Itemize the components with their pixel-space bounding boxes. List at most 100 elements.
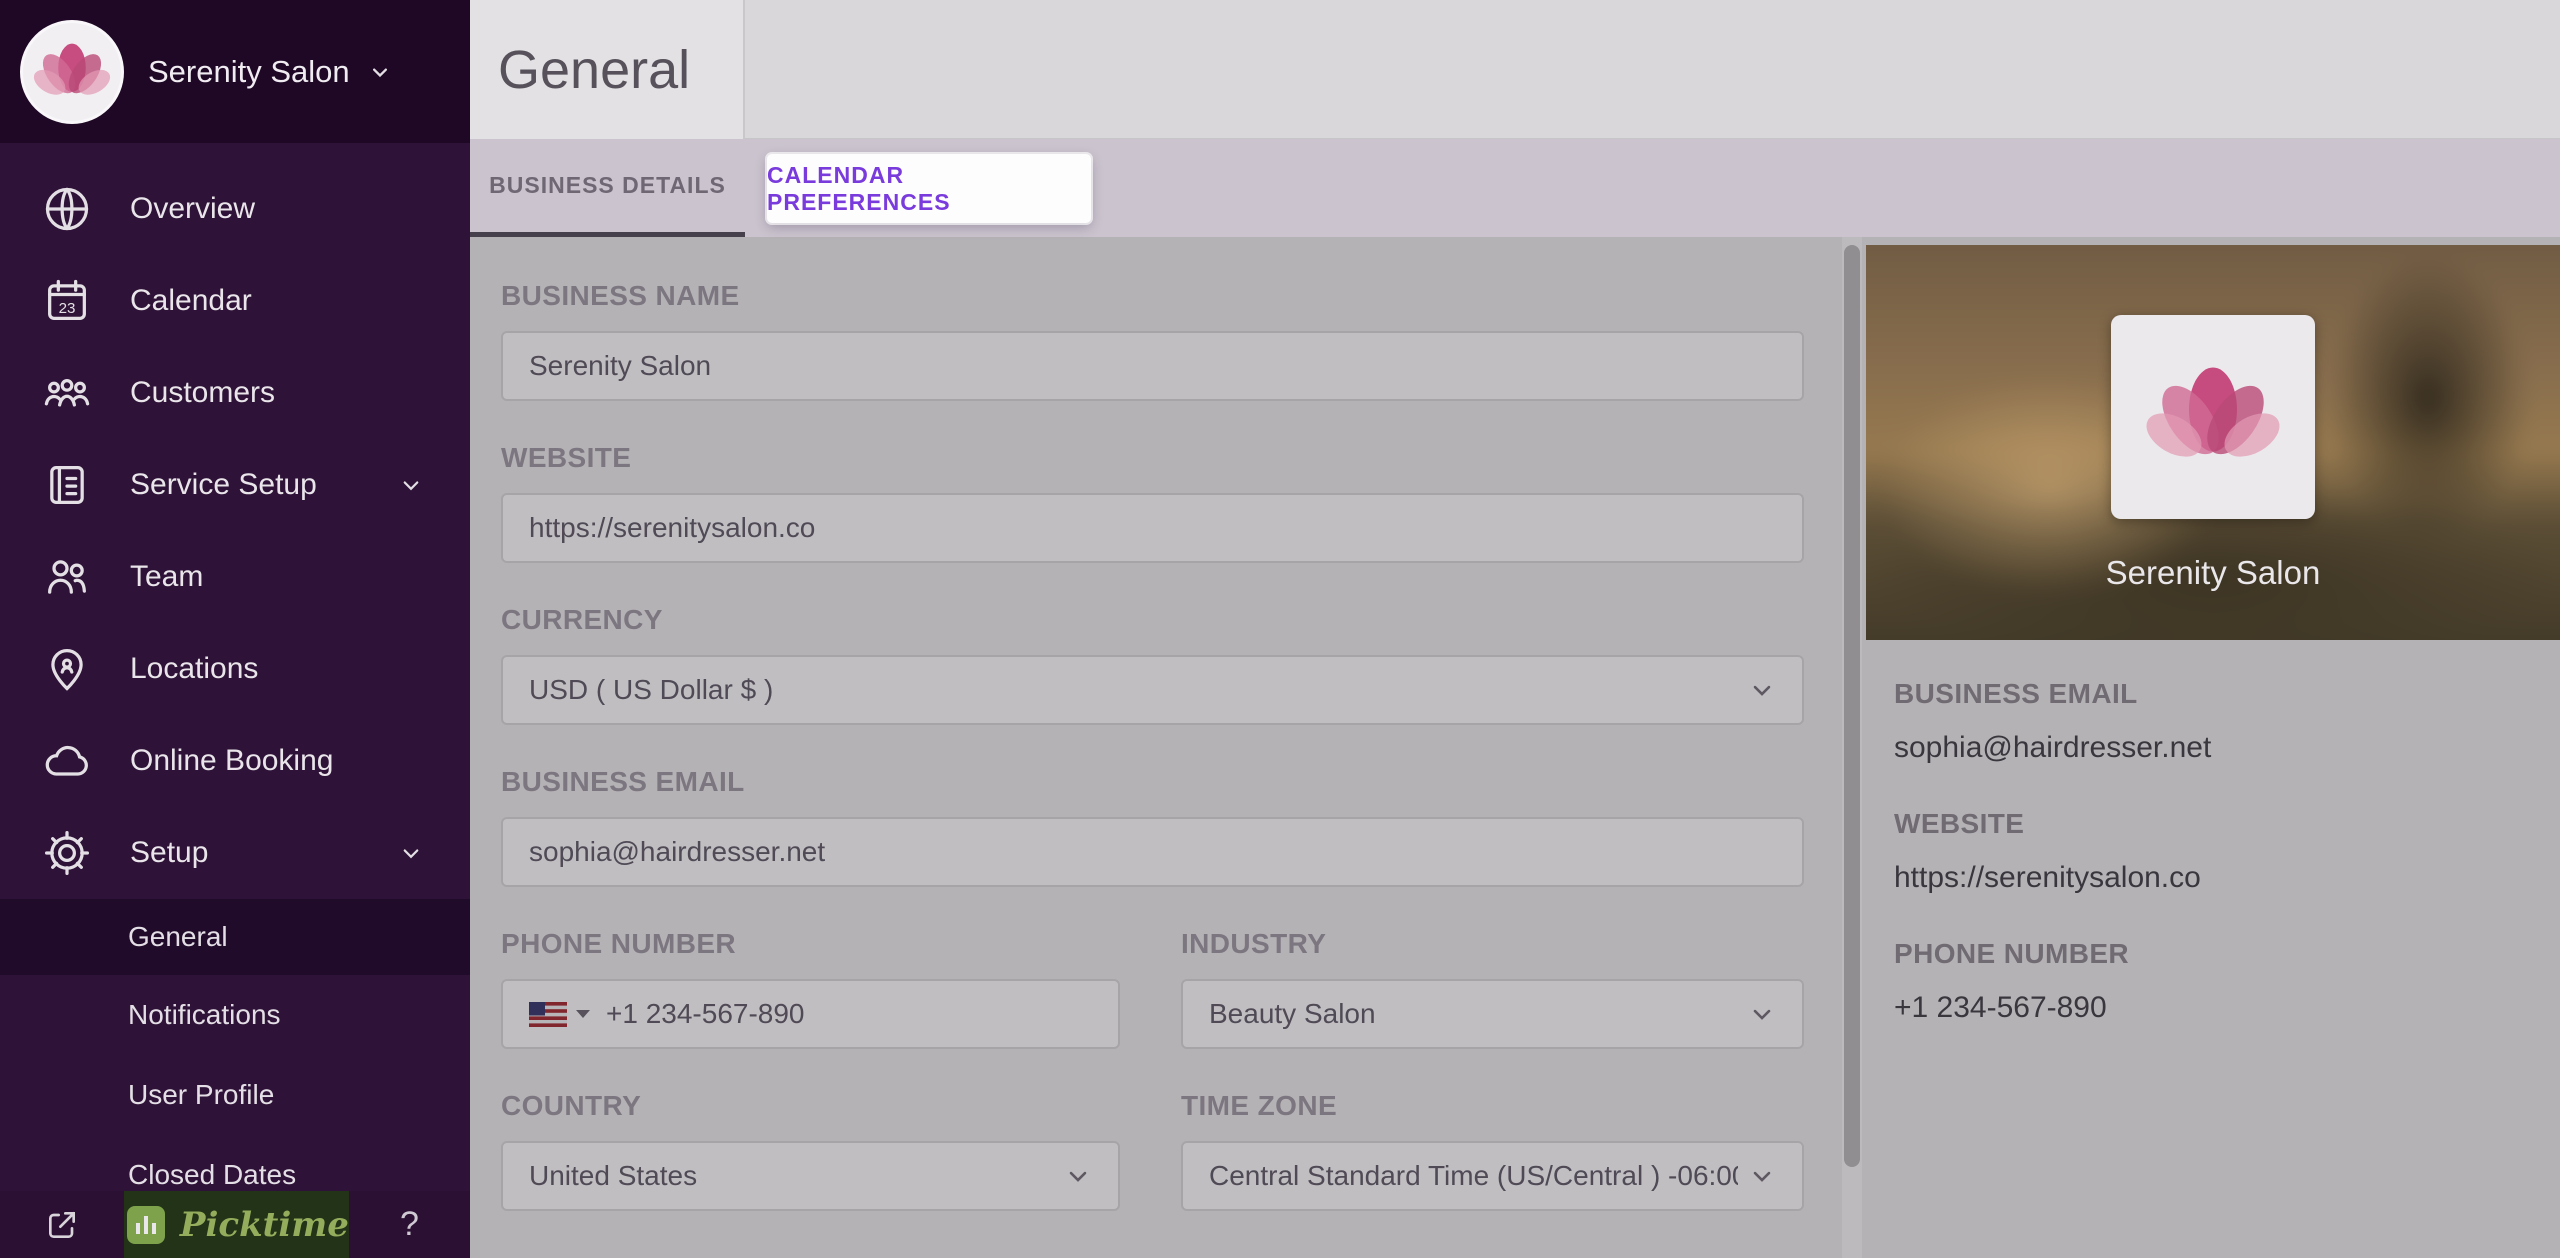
business-details-form: BUSINESS NAME Serenity Salon WEBSITE htt… bbox=[501, 237, 1804, 1211]
service-setup-icon bbox=[40, 458, 94, 512]
main-area: General BUSINESS DETAILS CALENDAR PREFER… bbox=[470, 0, 2560, 1258]
business-display-name: Serenity Salon bbox=[1866, 553, 2560, 593]
gear-icon bbox=[40, 826, 94, 880]
summary-phone-value: +1 234-567-890 bbox=[1894, 989, 2544, 1027]
industry-select[interactable]: Beauty Salon bbox=[1181, 979, 1804, 1049]
industry-value: Beauty Salon bbox=[1209, 998, 1738, 1030]
business-name-value: Serenity Salon bbox=[529, 350, 711, 382]
phone-number-value: +1 234-567-890 bbox=[606, 998, 805, 1030]
phone-number-input[interactable]: +1 234-567-890 bbox=[501, 979, 1120, 1049]
external-link-icon bbox=[42, 1205, 82, 1245]
chevron-down-icon bbox=[1748, 1162, 1776, 1190]
sidebar-nav: Overview 23 Calendar bbox=[0, 143, 470, 1215]
page-title: General bbox=[498, 39, 690, 101]
content-area: BUSINESS NAME Serenity Salon WEBSITE htt… bbox=[470, 237, 2560, 1258]
chevron-down-icon bbox=[396, 470, 426, 500]
picktime-wordmark: Picktime bbox=[180, 1205, 349, 1245]
page-header: General bbox=[470, 0, 2560, 139]
phone-country-selector[interactable] bbox=[529, 1002, 590, 1027]
currency-label: CURRENCY bbox=[501, 603, 1804, 637]
business-name-label: BUSINESS NAME bbox=[501, 279, 1804, 313]
chevron-down-icon bbox=[1064, 1162, 1092, 1190]
sidebar-item-label: Online Booking bbox=[130, 744, 333, 778]
sidebar-subitem-notifications[interactable]: Notifications bbox=[0, 975, 470, 1055]
country-value: United States bbox=[529, 1160, 1054, 1192]
sidebar-item-setup[interactable]: Setup bbox=[0, 807, 470, 899]
vertical-scrollbar-track[interactable] bbox=[1842, 237, 1862, 1258]
summary-phone-label: PHONE NUMBER bbox=[1894, 937, 2544, 971]
sidebar: Serenity Salon Overview 23 bbox=[0, 0, 470, 1258]
picktime-icon bbox=[124, 1203, 168, 1247]
website-input[interactable]: https://serenitysalon.co bbox=[501, 493, 1804, 563]
timezone-value: Central Standard Time (US/Central ) -06:… bbox=[1209, 1160, 1738, 1192]
timezone-label: TIME ZONE bbox=[1181, 1089, 1804, 1123]
page-title-box: General bbox=[470, 0, 745, 139]
cloud-icon bbox=[40, 734, 94, 788]
sidebar-item-overview[interactable]: Overview bbox=[0, 163, 470, 255]
help-button[interactable]: ? bbox=[349, 1191, 470, 1258]
business-email-label: BUSINESS EMAIL bbox=[501, 765, 1804, 799]
sidebar-item-label: Calendar bbox=[130, 284, 252, 318]
tab-label: CALENDAR PREFERENCES bbox=[767, 162, 1091, 216]
summary-website-label: WEBSITE bbox=[1894, 807, 2544, 841]
chevron-down-icon bbox=[1748, 676, 1776, 704]
business-profile-panel: Serenity Salon BUSINESS EMAIL sophia@hai… bbox=[1866, 237, 2560, 1258]
lotus-logo-icon bbox=[29, 29, 115, 115]
currency-select[interactable]: USD ( US Dollar $ ) bbox=[501, 655, 1804, 725]
tab-bar: BUSINESS DETAILS CALENDAR PREFERENCES bbox=[470, 139, 2560, 237]
sidebar-item-label: Locations bbox=[130, 652, 258, 686]
chevron-down-icon bbox=[366, 58, 394, 86]
sidebar-item-team[interactable]: Team bbox=[0, 531, 470, 623]
location-pin-icon bbox=[40, 642, 94, 696]
sidebar-item-customers[interactable]: Customers bbox=[0, 347, 470, 439]
business-avatar bbox=[20, 20, 124, 124]
sidebar-item-label: Setup bbox=[130, 836, 208, 870]
team-icon bbox=[40, 550, 94, 604]
calendar-day-number: 23 bbox=[59, 300, 76, 317]
app-root: Serenity Salon Overview 23 bbox=[0, 0, 2560, 1258]
tab-calendar-preferences[interactable]: CALENDAR PREFERENCES bbox=[767, 154, 1091, 223]
summary-website-value: https://serenitysalon.co bbox=[1894, 859, 2544, 897]
picktime-logo[interactable]: Picktime bbox=[124, 1191, 349, 1258]
sidebar-item-locations[interactable]: Locations bbox=[0, 623, 470, 715]
business-logo-tile bbox=[2111, 315, 2315, 519]
phone-number-label: PHONE NUMBER bbox=[501, 927, 1120, 961]
chevron-down-icon bbox=[396, 838, 426, 868]
country-label: COUNTRY bbox=[501, 1089, 1120, 1123]
tab-business-details[interactable]: BUSINESS DETAILS bbox=[470, 139, 745, 237]
sidebar-item-online-booking[interactable]: Online Booking bbox=[0, 715, 470, 807]
us-flag-icon bbox=[529, 1002, 567, 1027]
business-name-input[interactable]: Serenity Salon bbox=[501, 331, 1804, 401]
calendar-icon: 23 bbox=[40, 274, 94, 328]
business-email-input[interactable]: sophia@hairdresser.net bbox=[501, 817, 1804, 887]
sidebar-item-label: Overview bbox=[130, 192, 255, 226]
sidebar-item-calendar[interactable]: 23 Calendar bbox=[0, 255, 470, 347]
globe-icon bbox=[40, 182, 94, 236]
timezone-select[interactable]: Central Standard Time (US/Central ) -06:… bbox=[1181, 1141, 1804, 1211]
lotus-logo-icon bbox=[2138, 342, 2288, 492]
industry-label: INDUSTRY bbox=[1181, 927, 1804, 961]
business-email-value: sophia@hairdresser.net bbox=[529, 836, 825, 868]
sidebar-item-label: Service Setup bbox=[130, 468, 317, 502]
sidebar-subitem-general[interactable]: General bbox=[0, 899, 470, 975]
business-cover-photo: Serenity Salon bbox=[1866, 245, 2560, 640]
chevron-down-icon bbox=[576, 1010, 590, 1018]
sidebar-subitem-user-profile[interactable]: User Profile bbox=[0, 1055, 470, 1135]
website-label: WEBSITE bbox=[501, 441, 1804, 475]
sidebar-footer: Picktime ? bbox=[0, 1191, 470, 1258]
summary-business-email-value: sophia@hairdresser.net bbox=[1894, 729, 2544, 767]
sidebar-item-service-setup[interactable]: Service Setup bbox=[0, 439, 470, 531]
external-link-button[interactable] bbox=[0, 1191, 124, 1258]
help-icon: ? bbox=[400, 1205, 419, 1244]
chevron-down-icon bbox=[1748, 1000, 1776, 1028]
country-select[interactable]: United States bbox=[501, 1141, 1120, 1211]
business-switcher[interactable]: Serenity Salon bbox=[0, 0, 470, 143]
sidebar-item-label: Team bbox=[130, 560, 203, 594]
business-name: Serenity Salon bbox=[148, 54, 350, 90]
business-summary-fields: BUSINESS EMAIL sophia@hairdresser.net WE… bbox=[1894, 677, 2544, 1067]
website-value: https://serenitysalon.co bbox=[529, 512, 815, 544]
summary-business-email-label: BUSINESS EMAIL bbox=[1894, 677, 2544, 711]
vertical-scrollbar-thumb[interactable] bbox=[1844, 245, 1860, 1167]
sidebar-item-label: Customers bbox=[130, 376, 275, 410]
tab-label: BUSINESS DETAILS bbox=[489, 172, 726, 199]
